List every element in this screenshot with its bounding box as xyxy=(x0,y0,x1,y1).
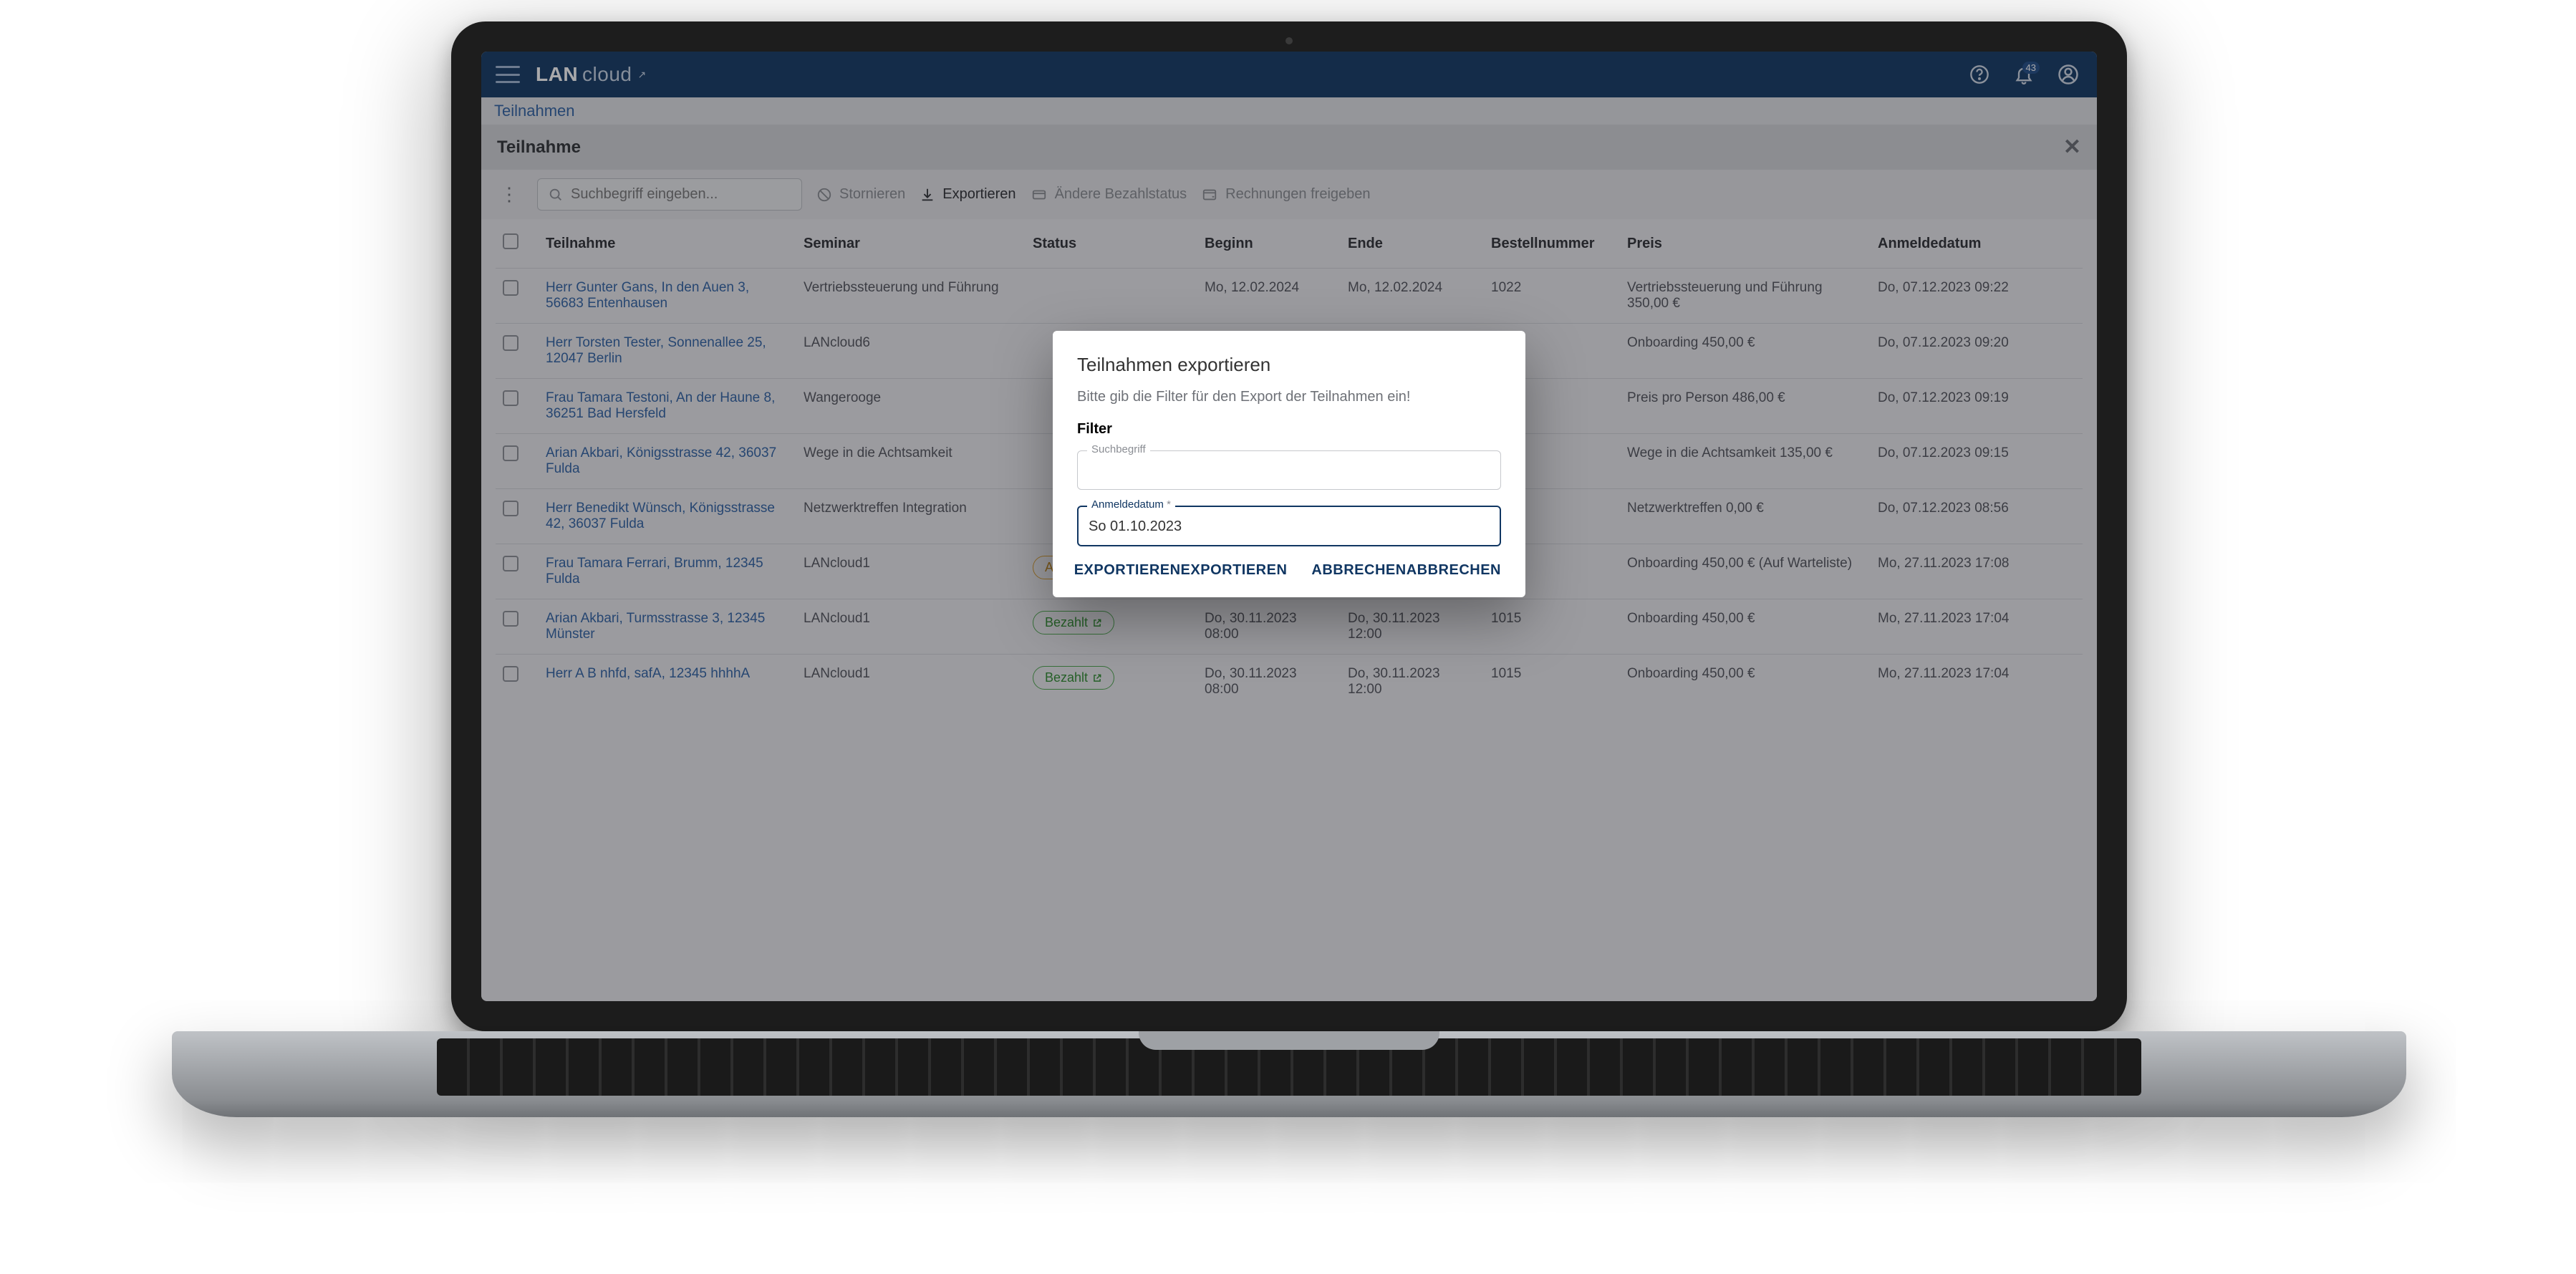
modal-actions: EXPORTIERENEXPORTIEREN ABBRECHENABBRECHE… xyxy=(1077,562,1501,579)
export-modal: Teilnahmen exportieren Bitte gib die Fil… xyxy=(1053,331,1525,597)
suchbegriff-input[interactable] xyxy=(1077,450,1501,490)
cancel-button[interactable]: ABBRECHENABBRECHEN xyxy=(1311,562,1501,579)
modal-hint: Bitte gib die Filter für den Export der … xyxy=(1077,389,1501,405)
laptop-bezel: LANcloud↗ 43 Teilnahmen Teilnahme ✕ xyxy=(451,21,2127,1031)
modal-title: Teilnahmen exportieren xyxy=(1077,354,1501,376)
anmeldedatum-input[interactable] xyxy=(1077,506,1501,546)
anmeldedatum-label: Anmeldedatum xyxy=(1087,498,1175,511)
export-confirm-button[interactable]: EXPORTIERENEXPORTIEREN xyxy=(1074,562,1288,579)
laptop-base xyxy=(172,1031,2406,1117)
laptop-frame: LANcloud↗ 43 Teilnahmen Teilnahme ✕ xyxy=(86,21,2492,1117)
suchbegriff-field: Suchbegriff xyxy=(1077,450,1501,490)
modal-filter-heading: Filter xyxy=(1077,421,1501,438)
anmeldedatum-field: Anmeldedatum xyxy=(1077,506,1501,546)
app-screen: LANcloud↗ 43 Teilnahmen Teilnahme ✕ xyxy=(481,52,2097,1001)
suchbegriff-label: Suchbegriff xyxy=(1087,443,1150,455)
